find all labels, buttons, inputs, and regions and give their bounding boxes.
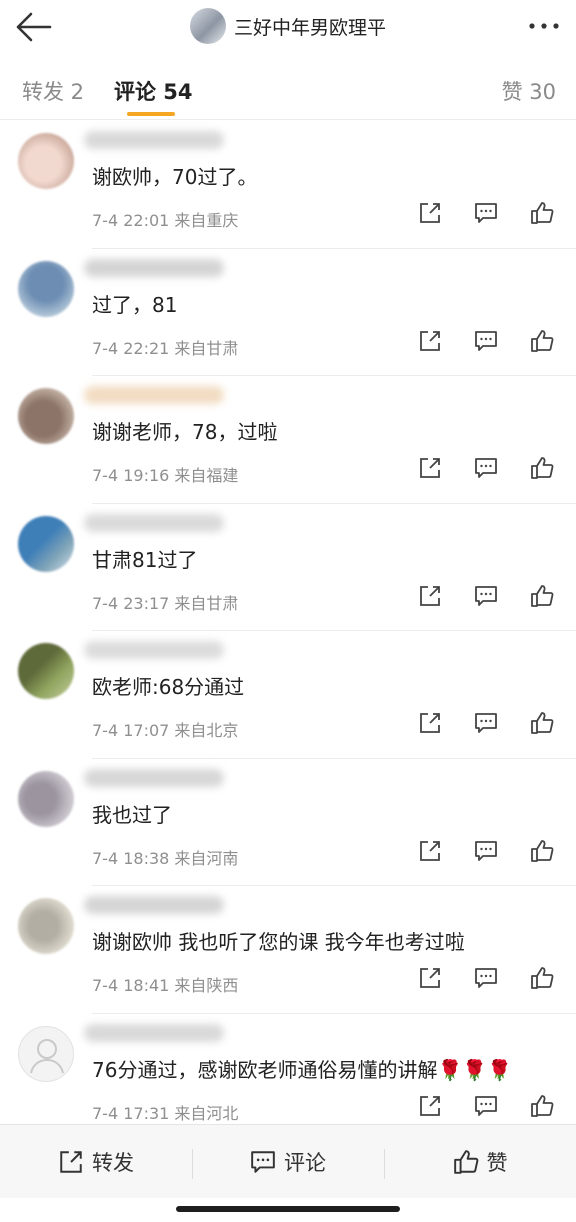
like-button[interactable]: 赞 [384, 1147, 576, 1179]
comment-list: 谢欧帅，70过了。 7-4 22:01 来自重庆 过了，81 7-4 22:21… [0, 121, 576, 1141]
comment-icon[interactable] [474, 584, 498, 608]
comment-actions [418, 1094, 554, 1118]
avatar[interactable] [18, 388, 74, 444]
like-label: 赞 [486, 1150, 508, 1175]
comment-label: 评论 [284, 1150, 326, 1175]
default-avatar[interactable] [18, 1025, 74, 1082]
comment-actions [418, 329, 554, 353]
avatar[interactable] [18, 515, 74, 572]
avatar[interactable] [18, 133, 74, 189]
bottom-action-bar: 转发 评论 赞 [0, 1124, 576, 1198]
username-blurred[interactable] [84, 896, 224, 914]
share-icon[interactable] [418, 1094, 442, 1118]
user-silhouette-icon [30, 1038, 64, 1073]
comment-text: 76分通过，感谢欧老师通俗易懂的讲解🌹🌹🌹 [92, 1057, 513, 1082]
comment-icon[interactable] [474, 201, 498, 225]
comment-meta: 7-4 19:16 来自福建 [92, 466, 239, 485]
top-bar: 三好中年男欧理平 [0, 0, 576, 56]
username-blurred[interactable] [84, 258, 224, 277]
comment-text: 我也过了 [92, 802, 172, 827]
comment-text: 谢谢老师，78，过啦 [92, 420, 278, 444]
comment-icon[interactable] [474, 329, 498, 353]
comment-item: 76分通过，感谢欧老师通俗易懂的讲解🌹🌹🌹 7-4 17:31 来自河北 [0, 1014, 576, 1142]
more-horizontal-icon[interactable] [526, 14, 562, 38]
comment-actions [418, 711, 554, 735]
username-blurred[interactable] [84, 768, 224, 787]
comment-meta: 7-4 18:38 来自河南 [92, 848, 239, 868]
username-blurred[interactable] [84, 131, 224, 149]
repost-button[interactable]: 转发 [0, 1147, 192, 1177]
comment-text: 谢欧帅，70过了。 [92, 165, 258, 189]
like-icon[interactable] [530, 966, 554, 990]
comment-meta: 7-4 17:31 来自河北 [92, 1103, 239, 1123]
share-icon[interactable] [418, 839, 442, 863]
comment-item: 谢谢老师，78，过啦 7-4 19:16 来自福建 [0, 376, 576, 504]
comment-item: 我也过了 7-4 18:38 来自河南 [0, 759, 576, 887]
tab-repost[interactable]: 转发 2 [22, 76, 84, 106]
like-icon[interactable] [530, 456, 554, 480]
username-blurred[interactable] [84, 513, 224, 532]
avatar[interactable] [18, 898, 74, 954]
like-icon[interactable] [530, 711, 554, 735]
like-icon[interactable] [530, 1094, 554, 1118]
share-icon[interactable] [418, 329, 442, 353]
comment-actions [418, 201, 554, 225]
like-icon[interactable] [530, 839, 554, 863]
share-icon[interactable] [418, 966, 442, 990]
like-icon [453, 1149, 478, 1174]
comment-icon[interactable] [474, 839, 498, 863]
comment-item: 谢谢欧帅 我也听了您的课 我今年也考过啦 7-4 18:41 来自陕西 [0, 886, 576, 1014]
username-blurred[interactable] [84, 1023, 224, 1042]
comment-text: 欧老师:68分通过 [92, 675, 245, 699]
home-indicator[interactable] [176, 1206, 400, 1212]
share-icon[interactable] [418, 456, 442, 480]
comment-item: 欧老师:68分通过 7-4 17:07 来自北京 [0, 631, 576, 759]
comment-meta: 7-4 22:21 来自甘肃 [92, 338, 239, 358]
tab-bar: 转发 2 评论 54 赞 30 [0, 62, 576, 120]
comment-actions [418, 584, 554, 608]
like-icon[interactable] [530, 584, 554, 608]
like-icon[interactable] [530, 329, 554, 353]
comment-icon[interactable] [474, 456, 498, 480]
like-icon[interactable] [530, 201, 554, 225]
comment-icon[interactable] [474, 1094, 498, 1118]
tab-likes[interactable]: 赞 30 [502, 76, 556, 106]
username-blurred[interactable] [84, 386, 224, 404]
comment-text: 谢谢欧帅 我也听了您的课 我今年也考过啦 [92, 930, 465, 954]
avatar[interactable] [18, 643, 74, 699]
comment-icon [251, 1150, 275, 1173]
comment-text: 过了，81 [92, 292, 178, 317]
comment-item: 甘肃81过了 7-4 23:17 来自甘肃 [0, 504, 576, 632]
active-tab-indicator [127, 112, 175, 116]
avatar[interactable] [18, 770, 74, 827]
share-icon[interactable] [418, 201, 442, 225]
arrow-left-icon[interactable] [14, 10, 54, 44]
comment-icon[interactable] [474, 711, 498, 735]
username-blurred[interactable] [84, 641, 224, 659]
share-icon [60, 1150, 82, 1173]
comment-meta: 7-4 22:01 来自重庆 [92, 211, 239, 230]
share-icon[interactable] [418, 711, 442, 735]
author-name[interactable]: 三好中年男欧理平 [234, 13, 386, 40]
author-header[interactable]: 三好中年男欧理平 [190, 8, 386, 44]
repost-label: 转发 [92, 1150, 134, 1175]
comment-actions [418, 966, 554, 990]
comment-meta: 7-4 23:17 来自甘肃 [92, 593, 239, 613]
comment-item: 过了，81 7-4 22:21 来自甘肃 [0, 249, 576, 377]
comment-meta: 7-4 17:07 来自北京 [92, 721, 239, 740]
comment-button[interactable]: 评论 [192, 1147, 384, 1179]
comment-icon[interactable] [474, 966, 498, 990]
comment-meta: 7-4 18:41 来自陕西 [92, 976, 239, 995]
tab-comments[interactable]: 评论 54 [114, 76, 193, 106]
share-icon[interactable] [418, 584, 442, 608]
author-avatar[interactable] [190, 8, 226, 44]
comment-actions [418, 456, 554, 480]
comment-text: 甘肃81过了 [92, 547, 198, 572]
comment-actions [418, 839, 554, 863]
avatar[interactable] [18, 260, 74, 317]
comment-item: 谢欧帅，70过了。 7-4 22:01 来自重庆 [0, 121, 576, 249]
